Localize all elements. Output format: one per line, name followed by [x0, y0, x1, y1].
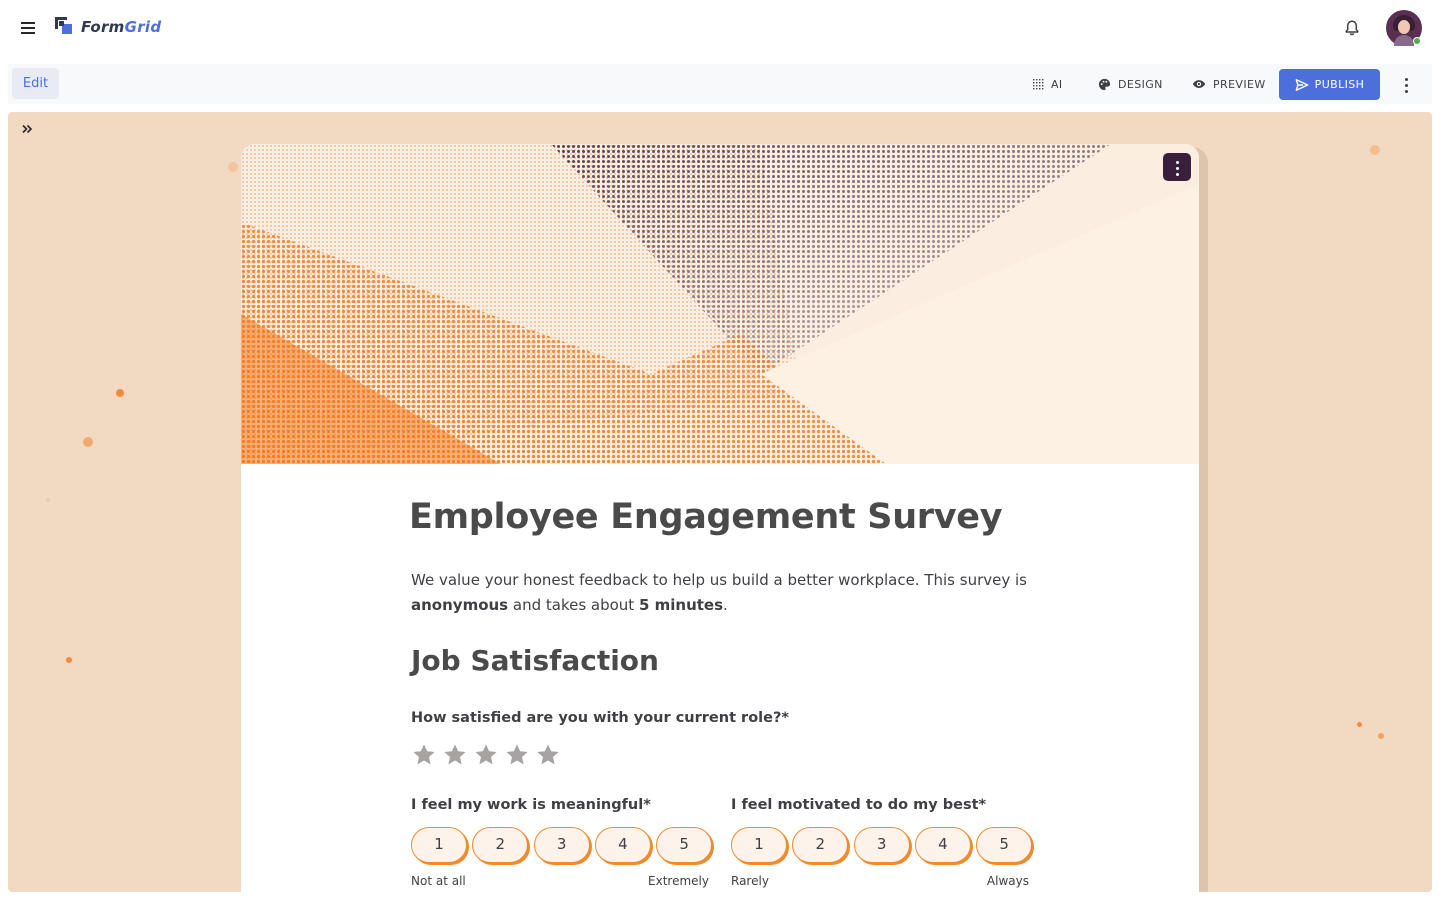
scale-option-label: 4	[914, 827, 971, 863]
cover-options-button[interactable]	[1163, 153, 1191, 181]
menu-icon[interactable]	[18, 18, 38, 38]
scale-option-label: 4	[594, 827, 651, 863]
palette-icon	[1098, 78, 1111, 90]
publish-label: PUBLISH	[1314, 78, 1365, 91]
scale-question-label[interactable]: I feel motivated to do my best*	[731, 797, 1037, 813]
decor-dot	[1357, 722, 1362, 727]
scale-option-5[interactable]: 5	[656, 827, 715, 865]
scale-option-4[interactable]: 4	[914, 827, 973, 865]
star-icon[interactable]	[473, 742, 499, 768]
intro-bold-1: anonymous	[411, 596, 509, 614]
eye-icon	[1192, 80, 1206, 88]
scale-option-label: 2	[792, 827, 849, 863]
scale-option-label: 1	[731, 827, 787, 863]
cover-image	[241, 144, 1199, 464]
scale-min-label: Rarely	[731, 874, 769, 888]
star-icon[interactable]	[535, 742, 561, 768]
decor-dot	[228, 162, 238, 172]
brand-name-part1: Form	[81, 18, 125, 36]
star-icon[interactable]	[411, 742, 437, 768]
intro-bold-2: 5 minutes	[638, 596, 724, 614]
star-icon[interactable]	[504, 742, 530, 768]
intro-text-2: and takes about	[508, 596, 639, 614]
section-title[interactable]: Job Satisfaction	[411, 644, 659, 677]
sparkle-grid-icon	[1033, 79, 1044, 90]
scale-option-label: 3	[533, 827, 590, 863]
scale-option-3[interactable]: 3	[533, 827, 592, 865]
design-label: DESIGN	[1118, 77, 1163, 91]
avatar-face	[1398, 20, 1410, 34]
more-vertical-icon[interactable]	[1398, 74, 1414, 94]
scale-question-label[interactable]: I feel my work is meaningful*	[411, 797, 717, 813]
bell-icon[interactable]	[1342, 18, 1362, 38]
scale-option-label: 5	[976, 827, 1033, 863]
scale-option-label: 3	[853, 827, 910, 863]
scale-max-label: Always	[986, 874, 1029, 888]
intro-text-1: We value your honest feedback to help us…	[411, 571, 1027, 589]
scale-min-label: Not at all	[411, 874, 466, 888]
opinion-scale: 12345	[731, 827, 1037, 865]
scale-option-label: 1	[411, 827, 467, 863]
decor-dot	[1370, 145, 1380, 155]
brand-name: FormGrid	[81, 18, 161, 36]
send-icon	[1295, 78, 1309, 91]
decor-dot	[116, 389, 124, 397]
tab-edit[interactable]: Edit	[12, 68, 59, 99]
scale-option-4[interactable]: 4	[594, 827, 653, 865]
scale-option-label: 2	[472, 827, 529, 863]
scale-question-meaningful: I feel my work is meaningful* 12345 Not …	[411, 797, 717, 890]
chevrons-right-icon[interactable]	[20, 122, 36, 138]
publish-button[interactable]: PUBLISH	[1279, 69, 1380, 100]
user-avatar[interactable]	[1386, 10, 1422, 46]
app-logo[interactable]: FormGrid	[55, 17, 161, 37]
scale-labels: Not at all Extremely	[411, 874, 713, 890]
scale-question-motivated: I feel motivated to do my best* 12345 Ra…	[731, 797, 1037, 890]
star-icon[interactable]	[442, 742, 468, 768]
preview-button[interactable]: PREVIEW	[1192, 72, 1266, 96]
scale-option-2[interactable]: 2	[792, 827, 851, 865]
star-rating	[411, 742, 566, 768]
rating-question-label[interactable]: How satisfied are you with your current …	[411, 710, 789, 726]
editor-toolbar: Edit AI DESIGN PREVIEW PUBLISH	[8, 64, 1432, 104]
scale-max-label: Extremely	[648, 874, 709, 888]
scale-option-1[interactable]: 1	[731, 827, 789, 865]
intro-text-3: .	[723, 596, 728, 614]
scale-option-label: 5	[656, 827, 713, 863]
avatar-shirt	[1394, 35, 1414, 46]
ai-button[interactable]: AI	[1032, 72, 1063, 96]
scale-labels: Rarely Always	[731, 874, 1033, 890]
online-status-dot	[1413, 37, 1421, 45]
form-canvas: Employee Engagement Survey We value your…	[8, 112, 1432, 892]
scale-option-3[interactable]: 3	[853, 827, 912, 865]
preview-label: PREVIEW	[1213, 77, 1266, 91]
scale-option-1[interactable]: 1	[411, 827, 469, 865]
ai-label: AI	[1051, 77, 1063, 91]
opinion-scale: 12345	[411, 827, 717, 865]
form-card: Employee Engagement Survey We value your…	[241, 144, 1199, 892]
scale-option-5[interactable]: 5	[976, 827, 1035, 865]
brand-name-part2: Grid	[124, 18, 162, 36]
scale-option-2[interactable]: 2	[472, 827, 531, 865]
app-header: FormGrid	[0, 0, 1440, 56]
decor-dot	[1378, 733, 1384, 739]
form-description[interactable]: We value your honest feedback to help us…	[411, 568, 1051, 618]
logo-mark	[55, 17, 75, 37]
decor-dot	[46, 498, 50, 502]
design-button[interactable]: DESIGN	[1098, 72, 1163, 96]
decor-dot	[66, 657, 72, 663]
form-title[interactable]: Employee Engagement Survey	[409, 497, 1003, 537]
decor-dot	[83, 437, 93, 447]
